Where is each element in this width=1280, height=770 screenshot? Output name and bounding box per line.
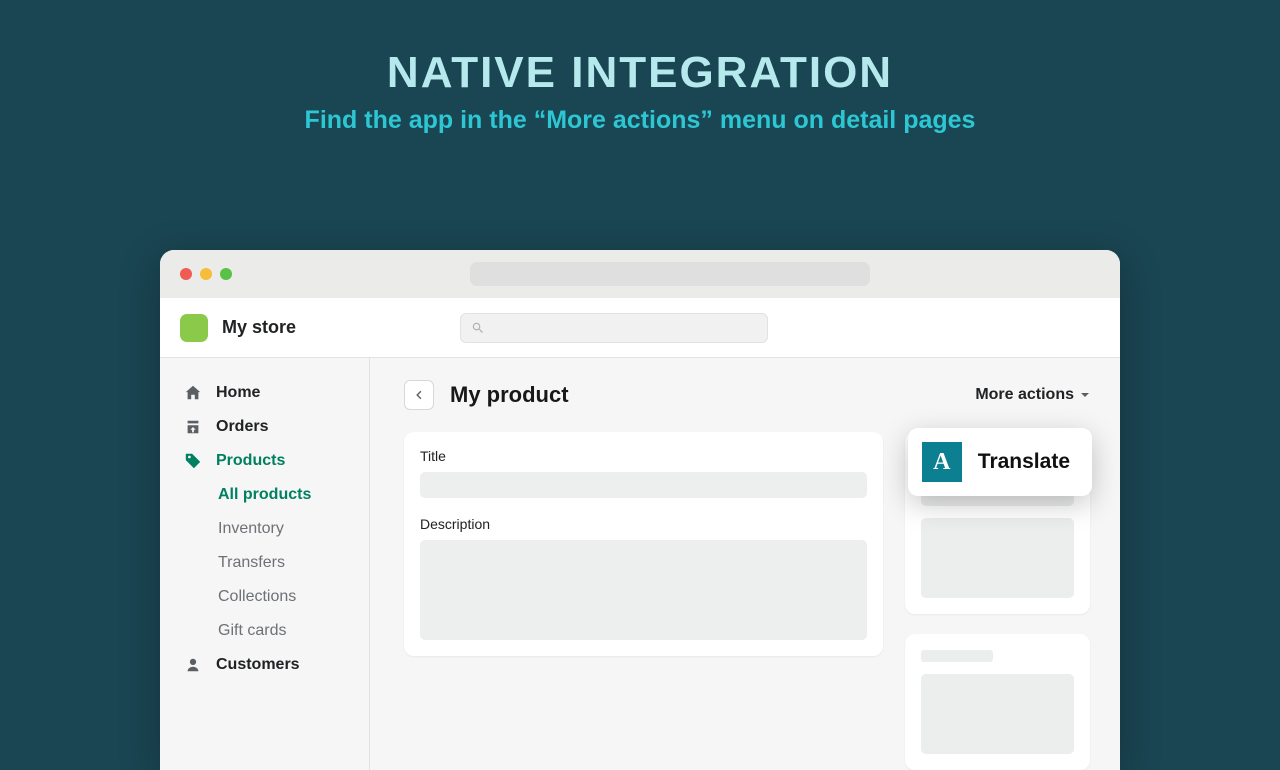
translate-app-icon: A bbox=[922, 442, 962, 482]
page-title: My product bbox=[450, 382, 569, 408]
search-icon bbox=[471, 321, 485, 335]
hero-subtitle: Find the app in the “More actions” menu … bbox=[0, 106, 1280, 135]
window-zoom-icon[interactable] bbox=[220, 268, 232, 280]
home-icon bbox=[184, 384, 202, 402]
more-actions-label: More actions bbox=[975, 386, 1074, 404]
description-input-placeholder[interactable] bbox=[420, 540, 867, 640]
more-actions-popover-translate[interactable]: A Translate bbox=[908, 428, 1092, 496]
app-topbar: My store bbox=[160, 298, 1120, 358]
store-logo bbox=[180, 314, 208, 342]
caret-down-icon bbox=[1080, 390, 1090, 400]
orders-icon bbox=[184, 418, 202, 436]
description-field-label: Description bbox=[420, 516, 867, 532]
browser-window: My store Home Orders Products All bbox=[160, 250, 1120, 770]
main-content: My product More actions Title bbox=[370, 358, 1120, 770]
side-card-2 bbox=[905, 634, 1090, 770]
back-button[interactable] bbox=[404, 380, 434, 410]
arrow-left-icon bbox=[412, 388, 426, 402]
product-form-card: Title Description bbox=[404, 432, 883, 656]
sidebar-subitem-all-products[interactable]: All products bbox=[160, 478, 369, 512]
window-close-icon[interactable] bbox=[180, 268, 192, 280]
search-input[interactable] bbox=[460, 313, 768, 343]
placeholder-line bbox=[921, 650, 993, 662]
more-actions-button[interactable]: More actions bbox=[975, 386, 1090, 404]
sidebar-item-products[interactable]: Products bbox=[160, 444, 369, 478]
sidebar-subitem-gift-cards[interactable]: Gift cards bbox=[160, 614, 369, 648]
sidebar-item-home[interactable]: Home bbox=[160, 376, 369, 410]
store-name: My store bbox=[222, 317, 296, 338]
window-minimize-icon[interactable] bbox=[200, 268, 212, 280]
nav-label: Customers bbox=[216, 656, 300, 674]
tag-icon bbox=[184, 452, 202, 470]
app-shell: My store Home Orders Products All bbox=[160, 298, 1120, 770]
hero-title: NATIVE INTEGRATION bbox=[0, 48, 1280, 98]
sidebar-item-orders[interactable]: Orders bbox=[160, 410, 369, 444]
title-field-label: Title bbox=[420, 448, 867, 464]
sidebar-item-customers[interactable]: Customers bbox=[160, 648, 369, 682]
nav-label: Orders bbox=[216, 418, 268, 436]
browser-chrome-bar bbox=[160, 250, 1120, 298]
sidebar-subitem-inventory[interactable]: Inventory bbox=[160, 512, 369, 546]
sidebar: Home Orders Products All products Invent… bbox=[160, 358, 370, 770]
sidebar-subitem-transfers[interactable]: Transfers bbox=[160, 546, 369, 580]
placeholder-block bbox=[921, 674, 1074, 754]
customer-icon bbox=[184, 656, 202, 674]
title-input-placeholder[interactable] bbox=[420, 472, 867, 498]
placeholder-block bbox=[921, 518, 1074, 598]
nav-label: Home bbox=[216, 384, 260, 402]
sidebar-subitem-collections[interactable]: Collections bbox=[160, 580, 369, 614]
translate-action-label: Translate bbox=[978, 450, 1070, 474]
address-bar-placeholder[interactable] bbox=[470, 262, 870, 286]
nav-label: Products bbox=[216, 452, 285, 470]
